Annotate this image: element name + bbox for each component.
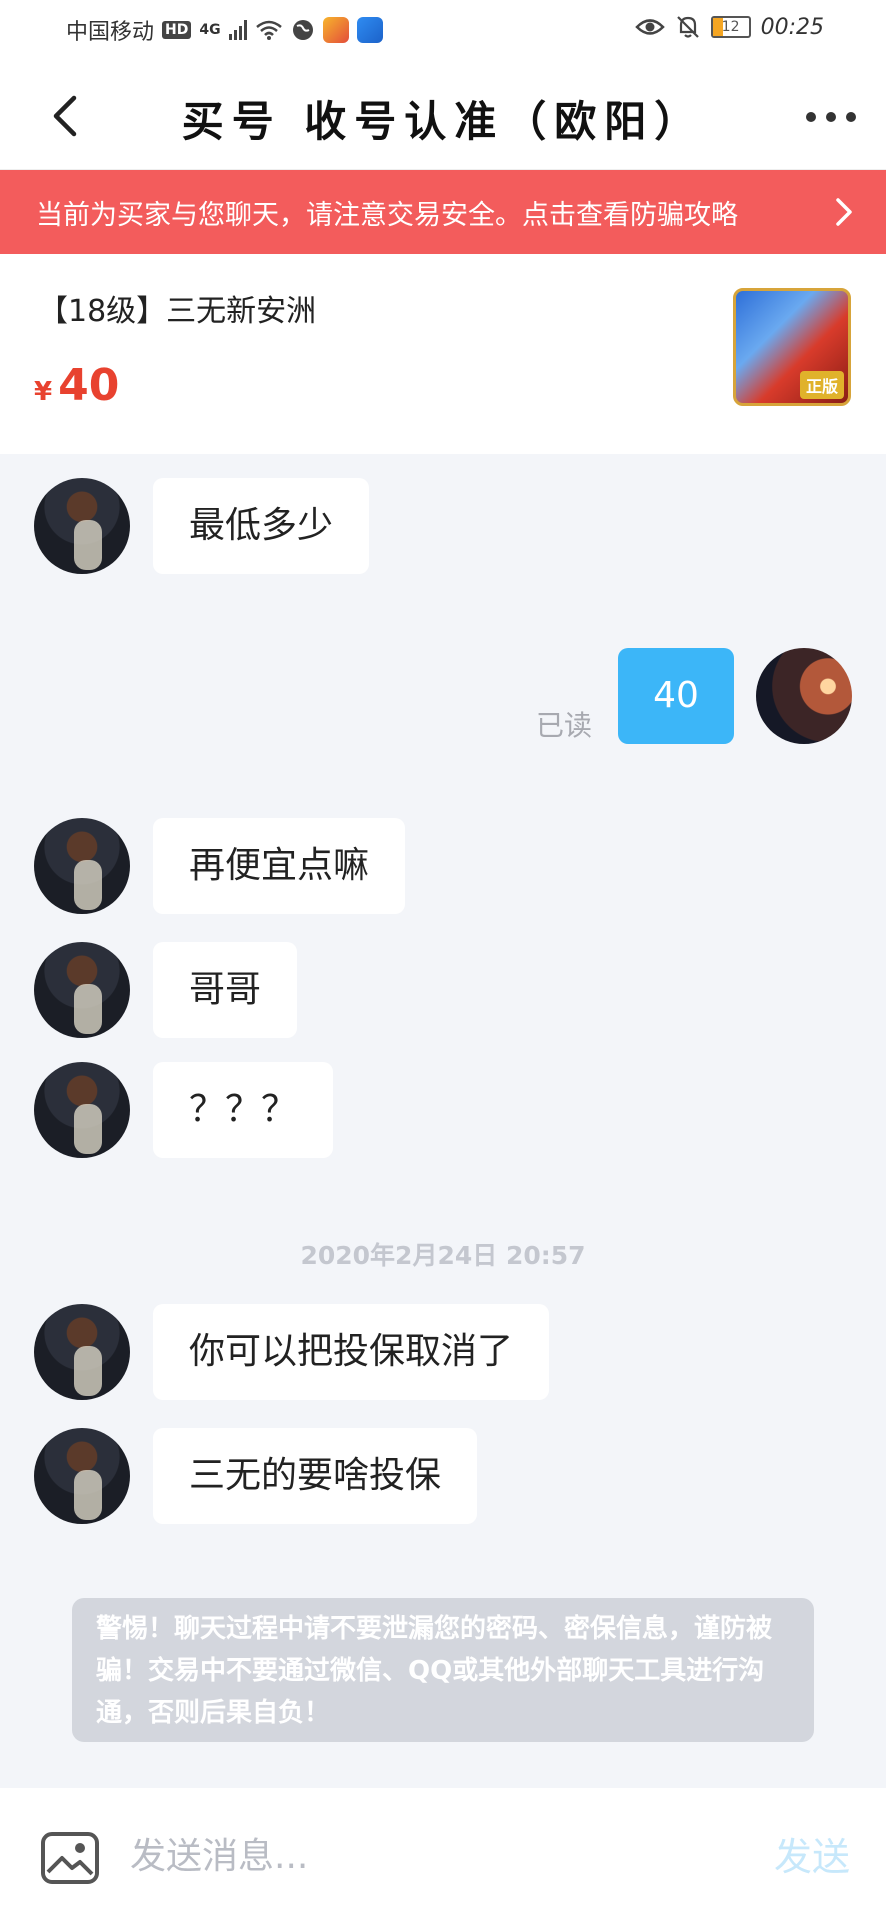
message-bubble[interactable]: 你可以把投保取消了 [153, 1304, 550, 1400]
status-bar-left: 中国移动 HD 4G [66, 14, 383, 46]
page-title: 买号 收号认准（欧阳） [181, 97, 705, 146]
contact-avatar[interactable] [34, 478, 130, 574]
back-arrow-icon[interactable] [44, 92, 88, 140]
message-bubble[interactable]: 最低多少 [153, 478, 370, 574]
app-icon-1 [322, 17, 349, 43]
thumbnail-badge: 正版 [799, 371, 844, 399]
message-bubble-self[interactable]: 40 [618, 648, 734, 744]
network-label: 4G [199, 22, 221, 38]
chat-timestamp: 2020年2月24日 20:57 [300, 1241, 586, 1270]
app-icon-2 [356, 17, 383, 43]
safety-banner[interactable]: 当前为买家与您聊天，请注意交易安全。点击查看防骗攻略 [0, 170, 886, 254]
contact-avatar[interactable] [34, 1304, 130, 1400]
message-bubble[interactable]: 哥哥 [153, 942, 298, 1038]
contact-avatar[interactable] [34, 818, 130, 914]
contact-avatar[interactable] [34, 1428, 130, 1524]
message-input-bar: 发送 [0, 1788, 886, 1920]
globe-icon [292, 20, 313, 40]
price-value: 40 [58, 360, 120, 411]
battery-icon: 12 [710, 16, 751, 38]
message-input[interactable] [130, 1824, 730, 1888]
wifi-icon [255, 20, 282, 40]
product-title: 【18级】三无新安洲 [38, 294, 317, 329]
product-card[interactable]: 【18级】三无新安洲 ¥ 40 正版 [0, 254, 886, 454]
message-bubble[interactable]: ？？？ [153, 1062, 334, 1158]
product-thumbnail[interactable]: 正版 [733, 288, 851, 406]
product-price: ¥ 40 [34, 360, 119, 411]
safety-notice: 警惕！聊天过程中请不要泄漏您的密码、密保信息，谨防被骗！交易中不要通过微信、QQ… [72, 1598, 814, 1742]
contact-avatar[interactable] [34, 1062, 130, 1158]
image-picker-icon[interactable] [40, 1828, 100, 1888]
read-status: 已读 [536, 709, 593, 742]
banner-text: 当前为买家与您聊天，请注意交易安全。点击查看防骗攻略 [36, 199, 738, 231]
status-bar-right: 12 00:25 [634, 14, 824, 40]
mute-bell-icon [676, 16, 699, 38]
currency-symbol: ¥ [34, 377, 53, 407]
signal-icon [228, 20, 247, 40]
more-menu-icon[interactable] [806, 102, 856, 132]
clock: 00:25 [760, 14, 824, 40]
send-button[interactable]: 发送 [774, 1826, 850, 1881]
carrier-label: 中国移动 [66, 20, 155, 45]
eye-icon [634, 19, 665, 35]
battery-level: 12 [721, 19, 740, 35]
contact-avatar[interactable] [34, 942, 130, 1038]
hd-badge: HD [162, 21, 192, 39]
message-bubble[interactable]: 三无的要啥投保 [153, 1428, 478, 1524]
message-bubble[interactable]: 再便宜点嘛 [153, 818, 406, 914]
my-avatar[interactable] [756, 648, 852, 744]
status-bar: 中国移动 HD 4G 12 00:25 [0, 0, 886, 62]
chevron-right-icon [836, 198, 852, 226]
nav-bar: 买号 收号认准（欧阳） [0, 62, 886, 170]
